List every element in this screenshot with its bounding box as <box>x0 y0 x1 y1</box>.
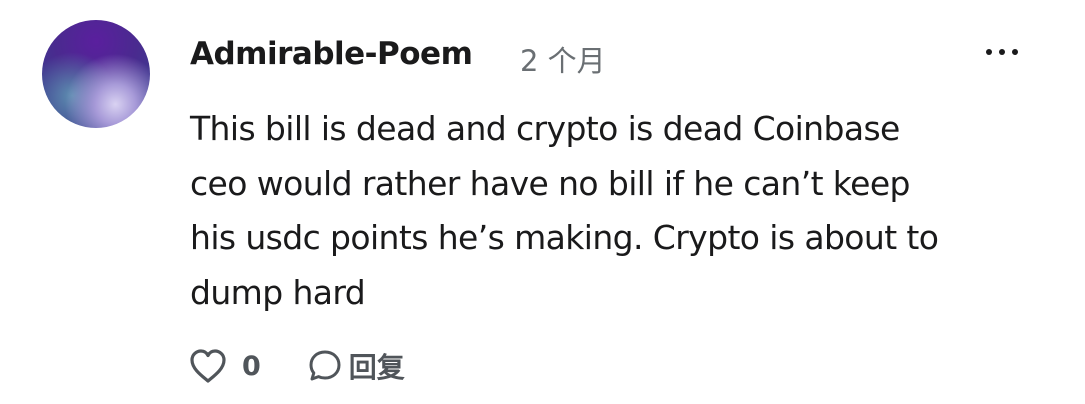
comment-body-line: This bill is dead and crypto is dead Coi… <box>190 109 900 148</box>
heart-icon <box>190 349 226 383</box>
comment-card: Admirable-Poem 2 个月 This bill is dead an… <box>0 0 1085 404</box>
more-options-icon-dot <box>1012 49 1018 55</box>
reply-button[interactable]: 回复 <box>307 346 405 386</box>
timestamp: 2 个月 <box>520 44 606 78</box>
more-options-button[interactable] <box>974 32 1030 72</box>
comment-actions: 0 回复 <box>188 344 405 388</box>
more-options-icon-dot <box>999 49 1005 55</box>
like-button[interactable]: 0 <box>188 347 261 385</box>
more-options-icon <box>986 49 992 55</box>
author-name[interactable]: Admirable-Poem <box>190 36 473 72</box>
comment-body-line: ceo would rather have no bill if he can’… <box>190 163 911 203</box>
reply-label: 回复 <box>348 351 405 384</box>
like-count: 0 <box>242 350 261 382</box>
avatar[interactable] <box>42 20 150 128</box>
comment-body-line: his usdc points he’s making. Crypto is a… <box>190 218 939 257</box>
speech-bubble-icon <box>309 350 341 381</box>
comment-body-line: dump hard <box>190 272 366 312</box>
comment-body: This bill is dead and crypto is dead Coi… <box>190 102 1040 320</box>
